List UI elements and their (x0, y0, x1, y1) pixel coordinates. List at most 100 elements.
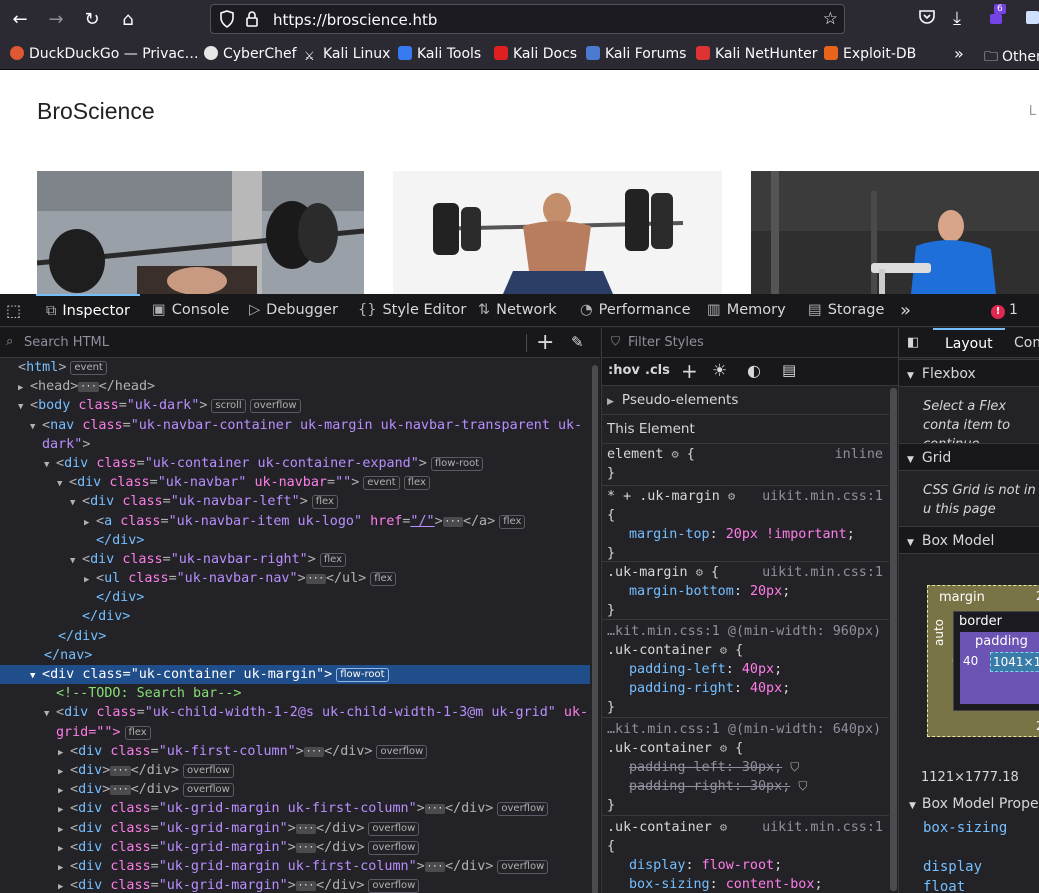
css-value[interactable]: 20px (750, 584, 782, 599)
bookmark-kali-forums[interactable]: Kali Forums (586, 46, 686, 62)
css-property[interactable]: box-sizing (607, 877, 710, 892)
rule-element[interactable]: element ⚙ {inline } (602, 444, 889, 486)
css-property-overridden[interactable]: padding-right (607, 779, 734, 794)
element-picker-icon[interactable]: ⬚ (6, 294, 21, 327)
css-value[interactable]: 40px (742, 662, 774, 677)
error-count[interactable]: ! 1 (991, 302, 1018, 319)
flex-badge[interactable]: flex (311, 495, 338, 510)
profile-icon[interactable] (1024, 8, 1039, 26)
scrollbar-thumb[interactable] (890, 388, 897, 891)
post-thumbnail[interactable] (37, 171, 364, 294)
collapsed-ellipsis[interactable]: ··· (424, 804, 445, 815)
back-icon[interactable]: ← (8, 8, 32, 32)
bookmarks-overflow-icon[interactable]: » (954, 44, 964, 63)
tracking-shield-icon[interactable] (219, 10, 235, 28)
collapsed-ellipsis[interactable]: ··· (305, 574, 326, 585)
collapsed-ellipsis[interactable]: ··· (424, 861, 445, 872)
scrollbar-thumb[interactable] (592, 365, 598, 893)
bookmark-cyberchef[interactable]: CyberChef (204, 46, 297, 62)
css-value[interactable]: content-box (726, 877, 815, 892)
flex-badge[interactable]: flex (319, 552, 347, 567)
flex-badge[interactable]: flex (370, 572, 397, 587)
collapsed-ellipsis[interactable]: ··· (295, 881, 317, 892)
tree-node[interactable]: ▶ <a class="uk-navbar-item uk-logo" href=… (0, 512, 590, 531)
gear-icon[interactable]: ⚙ (720, 820, 727, 834)
gear-icon[interactable]: ⚙ (720, 643, 727, 657)
tree-comment[interactable]: <!--TODO: Search bar--> (0, 684, 590, 703)
home-icon[interactable]: ⌂ (116, 8, 140, 32)
hov-toggle[interactable]: :hov (608, 363, 640, 378)
url-bar[interactable]: https://broscience.htb ☆ (210, 4, 845, 34)
tree-node[interactable]: ▶ <div> ··· </div> overflow (0, 761, 590, 780)
padding-left-value[interactable]: 40 (963, 654, 978, 668)
overflow-badge[interactable]: overflow (368, 821, 420, 836)
rule-source[interactable]: uikit.min.css:1 (762, 487, 883, 506)
tab-storage[interactable]: ▤ Storage (808, 294, 884, 327)
tree-node[interactable]: ▶ <head> ··· </head> (0, 377, 590, 396)
cls-toggle[interactable]: .cls (645, 363, 670, 378)
bookmark-star-icon[interactable]: ☆ (823, 9, 838, 29)
tree-node-close[interactable]: </div> (0, 607, 590, 626)
css-property[interactable]: margin-top (607, 527, 710, 542)
tab-style-editor[interactable]: {} Style Editor (358, 294, 466, 327)
bookmark-kali-linux[interactable]: ⚔ Kali Linux (304, 46, 390, 63)
tree-node-close[interactable]: </nav> (0, 646, 590, 665)
tree-node[interactable]: ▼ <nav class="uk-navbar-container uk-marg… (0, 416, 590, 435)
css-property[interactable]: margin-bottom (607, 584, 734, 599)
collapsed-ellipsis[interactable]: ··· (295, 823, 317, 834)
collapsed-ellipsis[interactable]: ··· (78, 382, 99, 393)
tree-node[interactable]: ▼ <div class="uk-navbar-left"> flex (0, 492, 590, 511)
collapsed-ellipsis[interactable]: ··· (110, 765, 131, 776)
rule-uk-margin[interactable]: .uk-margin ⚙ {uikit.min.css:1 margin-bot… (602, 562, 889, 620)
tree-node[interactable]: ▶ <div class="uk-grid-margin"> ··· </div> ov… (0, 838, 590, 857)
flexbox-section-header[interactable]: ▼ Flexbox (899, 359, 1039, 387)
css-property[interactable]: display (607, 858, 685, 873)
css-value[interactable]: 20px !important (726, 527, 847, 542)
tree-node[interactable]: ▼ <div class="uk-navbar" uk-navbar=""> eve… (0, 473, 590, 492)
box-property-name[interactable]: float (923, 879, 965, 893)
bookmark-duckduckgo[interactable]: DuckDuckGo — Privac… (10, 46, 199, 62)
tree-node[interactable]: ▼ <div class="uk-container uk-container-e… (0, 454, 590, 473)
tab-console[interactable]: ▣ Console (152, 294, 229, 327)
overflow-badge[interactable]: overflow (182, 783, 234, 798)
collapsed-ellipsis[interactable]: ··· (303, 746, 325, 757)
bookmark-exploit-db[interactable]: Exploit-DB (824, 46, 916, 62)
box-property-name[interactable]: display (923, 859, 982, 875)
tab-layout[interactable]: Layout (933, 328, 1005, 358)
tree-node[interactable]: ▼ <body class="uk-dark"> scroll overflow (0, 396, 590, 415)
eyedropper-icon[interactable]: ✎ (571, 333, 584, 351)
css-property[interactable]: padding-left (607, 662, 726, 677)
tab-inspector[interactable]: ⧉ Inspector (36, 294, 140, 327)
rules-scrollbar[interactable] (889, 386, 898, 893)
overflow-badge[interactable]: overflow (376, 744, 428, 759)
url-text[interactable]: https://broscience.htb (273, 11, 437, 29)
tree-node[interactable]: ▶ <div class="uk-grid-margin"> ··· </div> ov… (0, 819, 590, 838)
tree-node[interactable]: ▼ <div class="uk-navbar-right"> flex (0, 550, 590, 569)
box-property-name[interactable]: box-sizing (923, 820, 1007, 836)
box-model-margin[interactable]: margin auto 0 2 2 border padding 40 1041… (927, 585, 1039, 737)
search-html-input[interactable]: Search HTML (24, 335, 109, 350)
flow-root-badge[interactable]: flow-root (430, 456, 484, 471)
box-model-border[interactable]: border padding 40 1041×1 (953, 611, 1039, 711)
tab-computed[interactable]: Com (1014, 328, 1039, 358)
more-tabs-icon[interactable]: » (900, 294, 911, 327)
tree-node[interactable]: <html> event (0, 358, 590, 377)
collapsed-ellipsis[interactable]: ··· (110, 785, 131, 796)
expand-arrow-icon[interactable]: ▶ (58, 878, 70, 893)
collapsed-ellipsis[interactable]: ··· (295, 842, 317, 853)
light-scheme-icon[interactable]: ☀ (712, 361, 727, 381)
grid-section-header[interactable]: ▼ Grid (899, 443, 1039, 471)
css-value[interactable]: 40px (750, 681, 782, 696)
box-model-content[interactable]: 1041×1 (990, 652, 1039, 672)
rule-uk-margin-plus[interactable]: * + .uk-margin ⚙ uikit.min.css:1 { margin… (602, 486, 889, 562)
add-node-icon[interactable]: + (536, 330, 554, 355)
rule-source[interactable]: uikit.min.css:1 (762, 563, 883, 582)
margin-auto-value[interactable]: auto (932, 619, 946, 646)
css-property[interactable]: padding-right (607, 681, 734, 696)
tree-node-close[interactable]: </div> (0, 531, 590, 550)
pocket-icon[interactable] (918, 8, 936, 26)
css-property-overridden[interactable]: padding-left (607, 760, 726, 775)
rule-media-source[interactable]: …kit.min.css:1 @(min-width: 640px) (602, 720, 889, 739)
box-model-section-header[interactable]: ▼ Box Model (899, 526, 1039, 554)
tree-node[interactable]: ▶ <div class="uk-grid-margin uk-first-col… (0, 857, 590, 876)
